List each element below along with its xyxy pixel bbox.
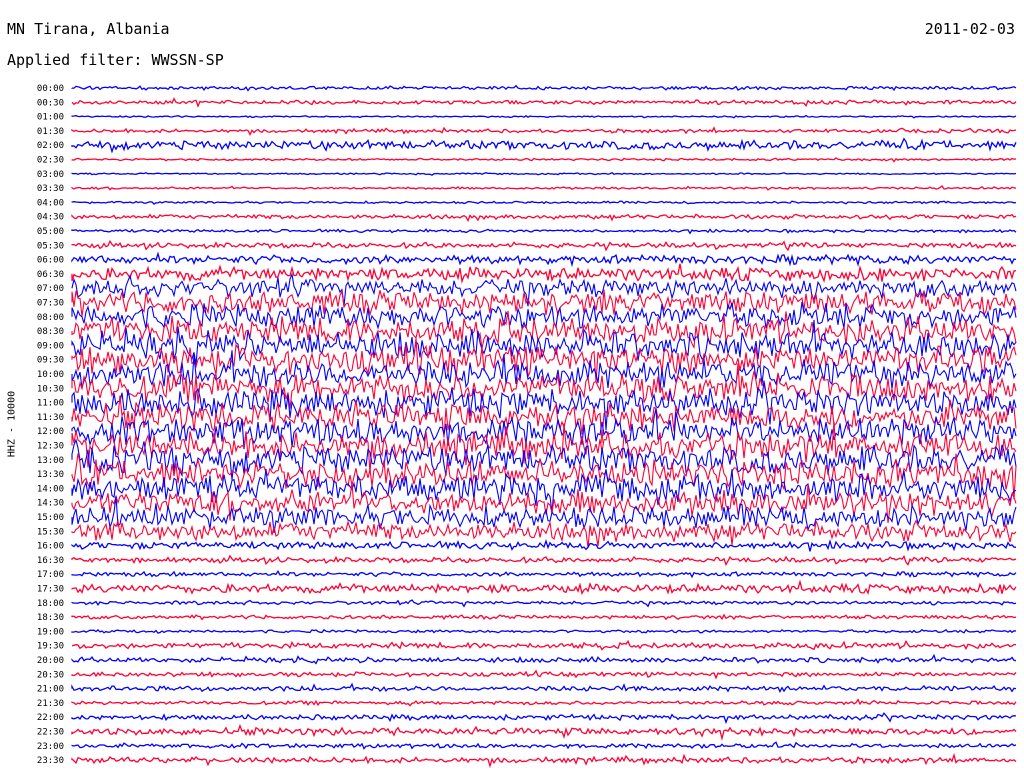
trace-line (71, 380, 1017, 431)
row-tick-label: 00:00 (37, 84, 64, 94)
row-tick-label: 16:00 (37, 542, 64, 552)
trace-line (71, 538, 1017, 552)
trace-line (71, 84, 1017, 92)
trace-line (71, 310, 1017, 350)
row-tick-label: 10:00 (37, 370, 64, 380)
row-tick-label: 05:00 (37, 227, 64, 237)
row-tick-label: 17:00 (37, 570, 64, 580)
trace-line (71, 408, 1017, 450)
trace-line (71, 639, 1017, 651)
trace-line (71, 263, 1017, 284)
trace-line (71, 653, 1017, 665)
row-tick-label: 19:30 (37, 642, 64, 652)
row-tick-label: 02:30 (37, 156, 64, 166)
trace-line (71, 200, 1017, 205)
trace-line (71, 554, 1017, 567)
trace-line (71, 518, 1017, 549)
trace-line (71, 712, 1017, 725)
row-tick-label: 08:30 (37, 327, 64, 337)
row-tick-label: 07:30 (37, 299, 64, 309)
row-tick-label: 22:00 (37, 713, 64, 723)
trace-line (71, 698, 1017, 707)
trace-line (71, 628, 1017, 634)
row-tick-label: 11:30 (37, 413, 64, 423)
row-tick-label: 16:30 (37, 556, 64, 566)
row-tick-label: 15:00 (37, 513, 64, 523)
trace-line (71, 251, 1017, 268)
row-tick-label: 10:30 (37, 384, 64, 394)
row-tick-label: 03:30 (37, 184, 64, 194)
trace-line (71, 599, 1017, 608)
row-tick-label: 15:30 (37, 527, 64, 537)
row-tick-label: 13:00 (37, 456, 64, 466)
row-tick-label: 20:30 (37, 670, 64, 680)
row-tick-label: 23:00 (37, 742, 64, 752)
row-tick-label: 01:00 (37, 113, 64, 123)
row-tick-label: 13:30 (37, 470, 64, 480)
row-tick-label: 04:30 (37, 213, 64, 223)
row-tick-label: 05:30 (37, 241, 64, 251)
trace-line (71, 157, 1017, 163)
trace-line (71, 137, 1017, 154)
row-tick-label: 17:30 (37, 585, 64, 595)
row-tick-label: 09:00 (37, 341, 64, 351)
row-tick-label: 19:00 (37, 627, 64, 637)
row-tick-label: 23:30 (37, 756, 64, 766)
row-tick-label: 01:30 (37, 127, 64, 137)
row-tick-label: 06:30 (37, 270, 64, 280)
trace-line (71, 126, 1017, 136)
trace-line (71, 301, 1017, 330)
trace-line (71, 752, 1017, 769)
row-tick-label: 08:00 (37, 313, 64, 323)
trace-line (71, 228, 1017, 235)
row-tick-label: 20:00 (37, 656, 64, 666)
trace-line (71, 239, 1017, 252)
row-tick-label: 04:00 (37, 198, 64, 208)
trace-line (71, 741, 1017, 750)
row-tick-label: 12:30 (37, 442, 64, 452)
trace-line (71, 97, 1017, 108)
trace-line (71, 570, 1017, 579)
trace-line (71, 185, 1017, 191)
trace-line (71, 723, 1017, 741)
row-tick-label: 21:00 (37, 685, 64, 695)
row-tick-label: 14:00 (37, 484, 64, 494)
row-tick-label: 18:30 (37, 613, 64, 623)
trace-line (71, 613, 1017, 621)
trace-line (71, 171, 1017, 176)
trace-line (71, 213, 1017, 223)
row-tick-label: 21:30 (37, 699, 64, 709)
trace-line (71, 669, 1017, 680)
trace-line (71, 114, 1017, 119)
row-tick-label: 22:30 (37, 728, 64, 738)
row-tick-label: 12:00 (37, 427, 64, 437)
trace-line (71, 579, 1017, 596)
trace-line (71, 682, 1017, 693)
row-tick-label: 11:00 (37, 399, 64, 409)
trace-line (71, 319, 1017, 365)
row-tick-label: 07:00 (37, 284, 64, 294)
row-tick-label: 02:00 (37, 141, 64, 151)
row-tick-label: 00:30 (37, 98, 64, 108)
row-tick-label: 03:00 (37, 170, 64, 180)
row-tick-label: 06:00 (37, 256, 64, 266)
row-tick-label: 09:30 (37, 356, 64, 366)
row-tick-label: 14:30 (37, 499, 64, 509)
seismogram-plot: 00:00 00:30 01:00 01:30 02:00 02:30 03:00 03:30… (37, 84, 1017, 769)
row-tick-label: 18:00 (37, 599, 64, 609)
